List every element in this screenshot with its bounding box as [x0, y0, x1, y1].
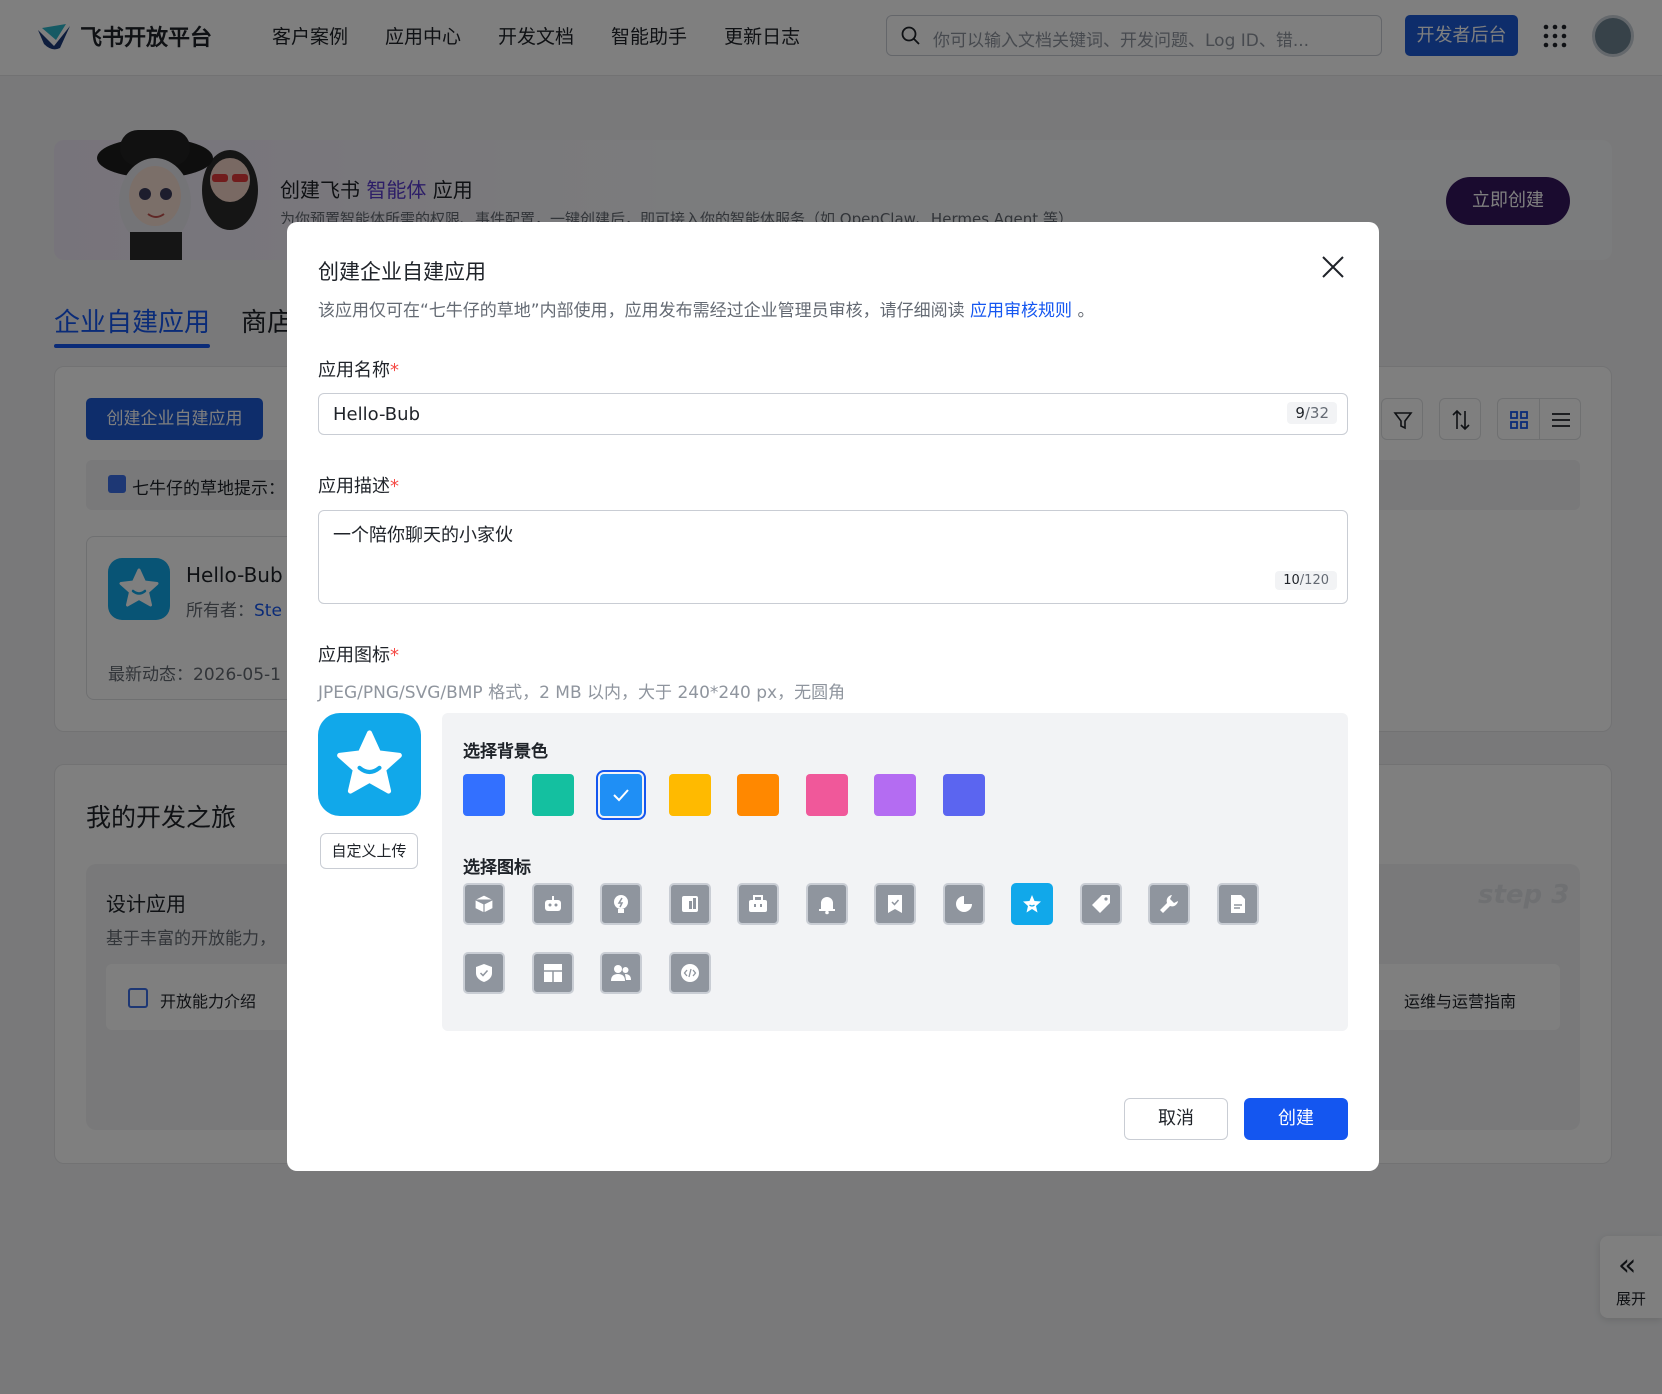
icon-option-document[interactable] — [1217, 883, 1259, 925]
robot-icon — [545, 896, 561, 911]
icon-choose-label: 选择图标 — [463, 858, 531, 878]
people-icon — [611, 965, 631, 981]
icon-option-bookmark[interactable] — [874, 883, 916, 925]
check-icon — [613, 789, 629, 802]
app-desc-counter: 10/120 — [1275, 571, 1337, 590]
color-swatch-skyblue[interactable] — [596, 770, 646, 820]
tag-icon — [1092, 895, 1110, 913]
bell-icon — [819, 897, 835, 915]
app-icon-preview — [318, 713, 421, 816]
custom-upload-button[interactable]: 自定义上传 — [320, 833, 418, 869]
dialog-description: 该应用仅可在“七牛仔的草地”内部使用，应用发布需经过企业管理员审核，请仔细阅读 … — [318, 301, 1095, 321]
app-icon-hint: JPEG/PNG/SVG/BMP 格式，2 MB 以内，大于 240*240 p… — [318, 683, 846, 703]
create-app-dialog: 创建企业自建应用 该应用仅可在“七牛仔的草地”内部使用，应用发布需经过企业管理员… — [287, 222, 1379, 1171]
close-icon[interactable] — [1320, 254, 1346, 280]
icon-option-bulb[interactable] — [600, 883, 642, 925]
app-name-input[interactable]: Hello-Bub 9/32 — [318, 393, 1348, 435]
code-icon — [681, 964, 699, 982]
pie-icon — [956, 896, 972, 912]
color-swatch-blue[interactable] — [463, 774, 505, 816]
icon-option-star[interactable] — [1011, 883, 1053, 925]
icon-option-briefcase[interactable] — [737, 883, 779, 925]
book-icon — [682, 896, 698, 912]
app-name-value: Hello-Bub — [333, 404, 420, 425]
star-icon — [337, 730, 402, 794]
color-swatch-pink[interactable] — [806, 774, 848, 816]
bookmark-icon — [888, 895, 902, 913]
app-desc-label: 应用描述* — [318, 476, 399, 497]
icon-option-pie[interactable] — [943, 883, 985, 925]
wrench-icon — [1160, 895, 1178, 913]
cancel-button[interactable]: 取消 — [1124, 1098, 1228, 1140]
icon-option-book[interactable] — [669, 883, 711, 925]
briefcase-icon — [749, 895, 767, 912]
color-swatch-indigo[interactable] — [943, 774, 985, 816]
icon-option-tag[interactable] — [1080, 883, 1122, 925]
dialog-title: 创建企业自建应用 — [318, 260, 486, 284]
app-name-label: 应用名称* — [318, 360, 399, 381]
icon-option-code[interactable] — [669, 952, 711, 994]
app-desc-value: 一个陪你聊天的小家伙 — [333, 525, 513, 546]
icon-option-shield[interactable] — [463, 952, 505, 994]
icon-picker-panel: 选择背景色 选择图标 — [442, 713, 1348, 1031]
icon-option-people[interactable] — [600, 952, 642, 994]
color-swatch-yellow[interactable] — [669, 774, 711, 816]
app-name-counter: 9/32 — [1287, 402, 1337, 424]
color-swatch-orange[interactable] — [737, 774, 779, 816]
cube-icon — [474, 894, 494, 914]
color-swatch-purple[interactable] — [874, 774, 916, 816]
icon-option-bell[interactable] — [806, 883, 848, 925]
shield-icon — [476, 964, 492, 982]
star-icon — [1023, 895, 1041, 913]
color-swatch-teal[interactable] — [532, 774, 574, 816]
bulb-icon — [614, 895, 628, 913]
review-rules-link[interactable]: 应用审核规则 — [970, 301, 1072, 321]
create-button[interactable]: 创建 — [1244, 1098, 1348, 1140]
layout-icon — [544, 964, 562, 982]
icon-option-robot[interactable] — [532, 883, 574, 925]
icon-option-layout[interactable] — [532, 952, 574, 994]
icon-option-cube[interactable] — [463, 883, 505, 925]
app-desc-textarea[interactable]: 一个陪你聊天的小家伙 10/120 — [318, 510, 1348, 604]
app-icon-label: 应用图标* — [318, 645, 399, 666]
document-icon — [1231, 895, 1245, 913]
icon-option-wrench[interactable] — [1148, 883, 1190, 925]
bg-color-label: 选择背景色 — [463, 742, 548, 762]
